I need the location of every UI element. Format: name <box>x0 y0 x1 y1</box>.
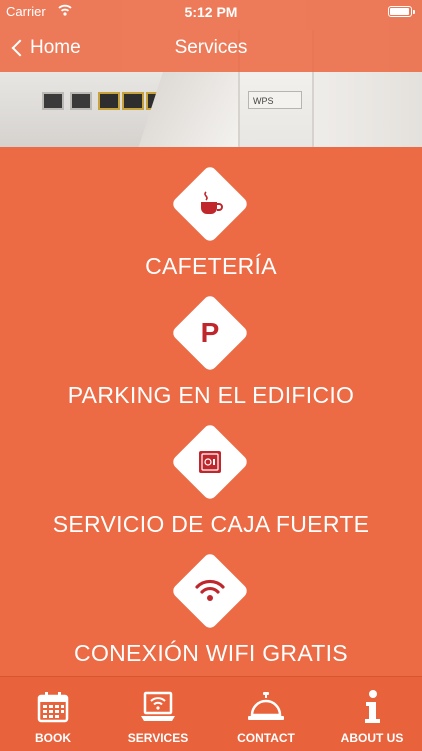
laptop-wifi-icon <box>138 687 178 727</box>
navigation-bar: Home Services <box>0 22 422 72</box>
tab-label: ABOUT US <box>340 731 404 745</box>
info-icon <box>352 687 392 727</box>
status-time: 5:12 PM <box>184 4 238 20</box>
service-label: CAFETERÍA <box>145 253 277 279</box>
parking-icon: P <box>200 317 220 348</box>
service-label: CONEXIÓN WIFI GRATIS <box>74 640 348 666</box>
tab-label: CONTACT <box>237 731 295 745</box>
services-list: CAFETERÍA P PARKING EN EL EDIFICIO SERVI… <box>0 147 422 674</box>
service-item-safe[interactable]: SERVICIO DE CAJA FUERTE <box>0 419 422 537</box>
tab-label: SERVICES <box>127 731 189 745</box>
calendar-icon <box>33 687 73 727</box>
tab-about-us[interactable]: ABOUT US <box>332 677 412 751</box>
router-port <box>98 92 120 110</box>
service-item-wifi[interactable]: CONEXIÓN WIFI GRATIS <box>0 548 422 666</box>
battery-icon <box>388 6 415 17</box>
page-title: Services <box>174 37 248 58</box>
service-item-parking[interactable]: P PARKING EN EL EDIFICIO <box>0 290 422 408</box>
tab-services[interactable]: SERVICES <box>118 677 198 751</box>
router-port <box>42 92 64 110</box>
status-bar: Carrier 5:12 PM <box>0 0 422 22</box>
tab-book[interactable]: BOOK <box>18 677 88 751</box>
wps-label: WPS <box>248 91 302 109</box>
wifi-icon <box>190 571 230 611</box>
service-label: SERVICIO DE CAJA FUERTE <box>52 511 370 537</box>
safe-icon <box>190 442 230 482</box>
service-label: PARKING EN EL EDIFICIO <box>67 382 355 408</box>
tab-label: BOOK <box>35 731 71 745</box>
tab-bar: BOOK SERVICES CONTACT ABOUT US <box>0 676 422 751</box>
router-port <box>70 92 92 110</box>
service-bell-icon <box>246 687 286 727</box>
service-item-cafeteria[interactable]: CAFETERÍA <box>0 161 422 279</box>
tab-contact[interactable]: CONTACT <box>226 677 306 751</box>
router-port <box>122 92 144 110</box>
coffee-cup-icon <box>190 184 230 224</box>
